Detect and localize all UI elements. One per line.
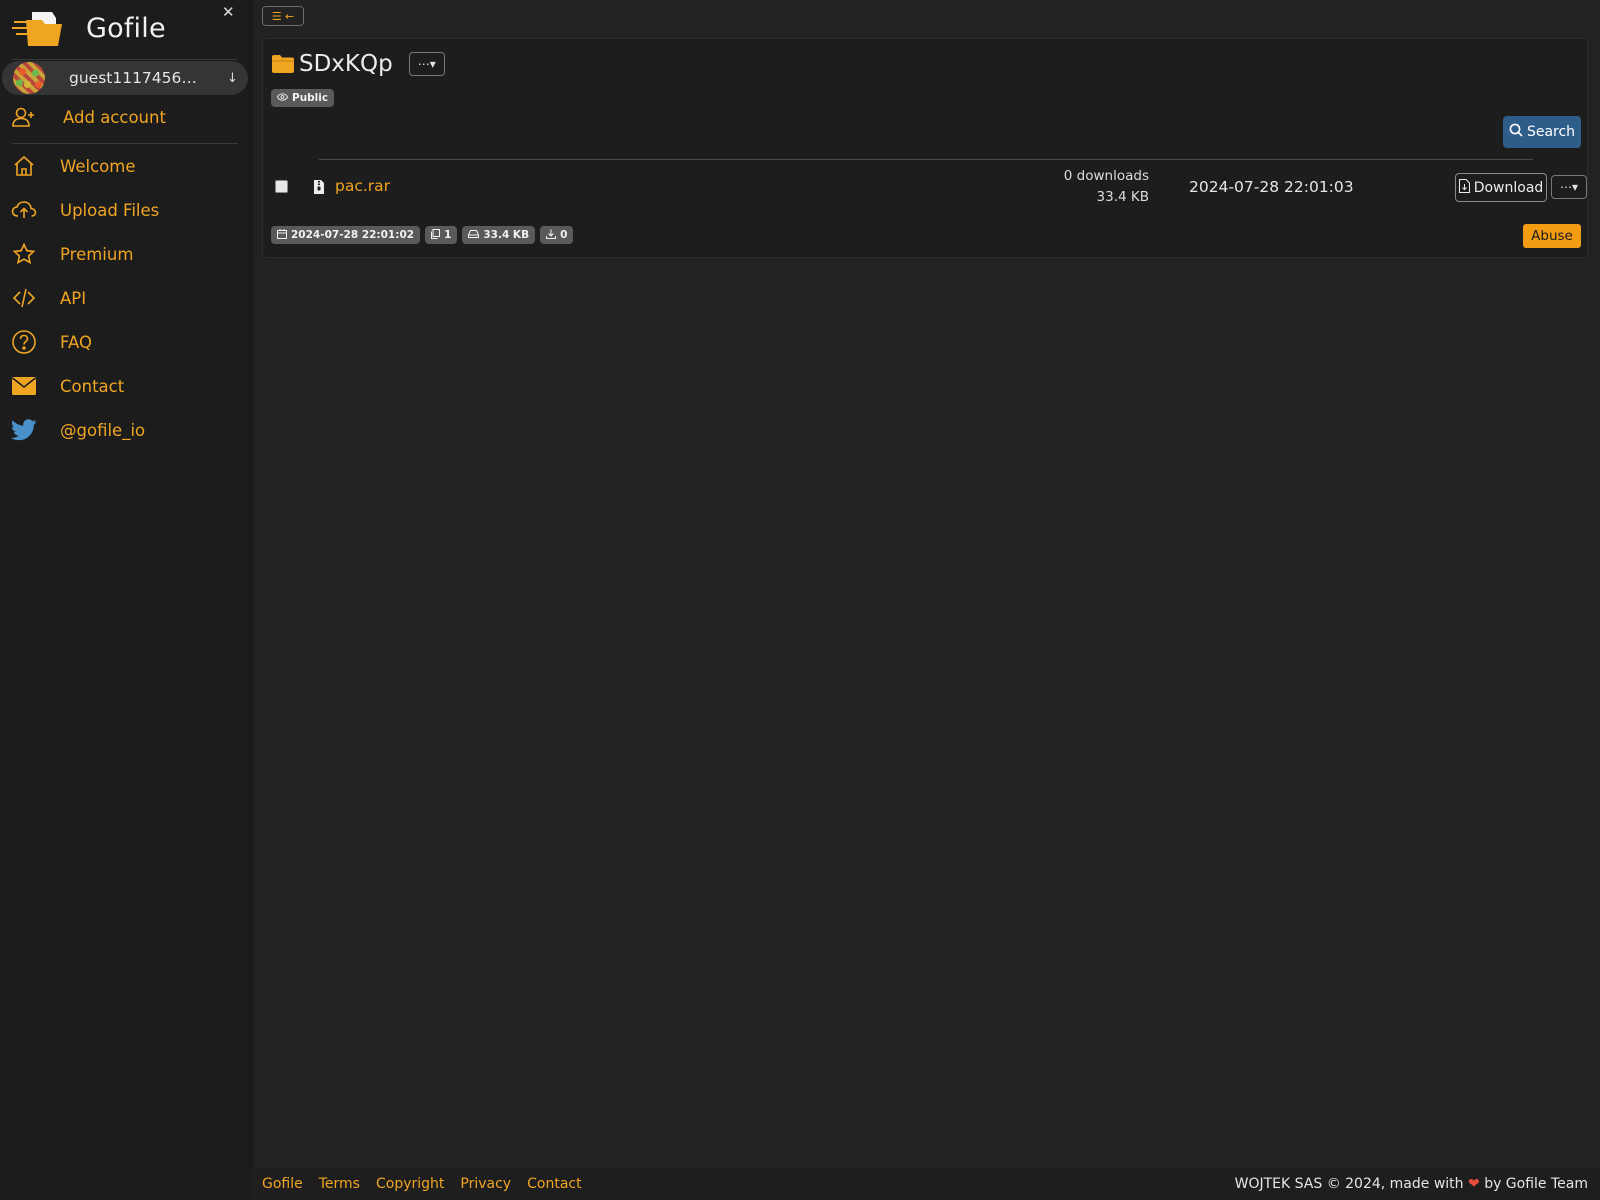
file-name-link[interactable]: pac.rar (335, 177, 390, 195)
report-abuse-button[interactable]: Abuse (1523, 224, 1581, 248)
search-button[interactable]: Search (1503, 116, 1581, 148)
total-size-badge: 33.4 KB (462, 226, 536, 244)
sidebar-item-upload-files[interactable]: Upload Files (0, 190, 250, 230)
sidebar-item-faq[interactable]: FAQ (0, 322, 250, 362)
visibility-badge: Public (271, 89, 335, 107)
file-download-icon (1458, 178, 1470, 197)
add-account-button[interactable]: Add account (0, 97, 250, 137)
sidebar-toggle-button[interactable]: ☰ ← (262, 6, 304, 26)
gofile-logo-icon (12, 8, 64, 48)
avatar (13, 62, 45, 94)
folder-header: SDxKQp ⋯▾ (271, 51, 445, 77)
sidebar-item-welcome[interactable]: Welcome (0, 146, 250, 186)
sidebar-item-label: API (60, 288, 87, 308)
sidebar-item-label: Premium (60, 244, 134, 264)
hdd-icon (468, 229, 480, 241)
footer-link-privacy[interactable]: Privacy (460, 1176, 511, 1192)
sidebar-item-contact[interactable]: Contact (0, 366, 250, 406)
archive-file-icon (313, 179, 325, 199)
sidebar-item-premium[interactable]: Premium (0, 234, 250, 274)
folder-stats: 2024-07-28 22:01:02 1 33.4 KB 0 (271, 226, 574, 244)
total-downloads-badge: 0 (540, 226, 574, 244)
sidebar-item-label: Welcome (60, 156, 136, 176)
download-icon (546, 229, 557, 242)
eye-icon (276, 92, 289, 104)
divider (12, 143, 238, 144)
visibility-label: Public (292, 92, 329, 104)
chevron-down-icon: ↓ (227, 70, 238, 86)
sidebar-item-label: FAQ (60, 332, 92, 352)
table-row: pac.rar 0 downloads 33.4 KB 2024-07-28 2… (263, 165, 1589, 209)
file-count: 1 (444, 229, 452, 241)
account-name: guest11174566... (69, 69, 201, 87)
menu-collapse-icon: ☰ ← (271, 9, 295, 23)
search-icon (1509, 123, 1523, 141)
divider (319, 159, 1533, 160)
copyright-suffix: by Gofile Team (1484, 1176, 1588, 1192)
sidebar-item-label: Upload Files (60, 200, 160, 220)
download-button[interactable]: Download (1455, 173, 1547, 202)
add-account-label: Add account (63, 107, 166, 127)
star-icon (10, 240, 38, 268)
file-date: 2024-07-28 22:01:03 (1189, 178, 1354, 196)
question-circle-icon (10, 328, 38, 356)
account-switcher[interactable]: guest11174566... ↓ (2, 61, 248, 95)
divider (12, 59, 238, 60)
envelope-icon (10, 372, 38, 400)
created-date-badge: 2024-07-28 22:01:02 (271, 226, 421, 244)
copyright-prefix: WOJTEK SAS © 2024, made with (1234, 1176, 1464, 1192)
person-plus-icon (10, 103, 38, 131)
footer-link-gofile[interactable]: Gofile (262, 1176, 303, 1192)
footer-links: Gofile Terms Copyright Privacy Contact (262, 1176, 582, 1192)
heart-icon: ❤ (1468, 1176, 1480, 1192)
sidebar-item-api[interactable]: API (0, 278, 250, 318)
file-download-count: 0 downloads (1063, 168, 1149, 184)
search-label: Search (1526, 124, 1576, 140)
footer-link-copyright[interactable]: Copyright (376, 1176, 444, 1192)
folder-name: SDxKQp (299, 51, 393, 77)
house-icon (10, 152, 38, 180)
sidebar-item-label: @gofile_io (60, 420, 146, 440)
sidebar: Gofile ✕ guest11174566... ↓ Add account … (0, 0, 250, 1200)
folder-icon (271, 54, 295, 74)
sidebar-item-label: Contact (60, 376, 125, 396)
sidebar-item-twitter[interactable]: @gofile_io (0, 410, 250, 450)
calendar-icon (277, 228, 287, 242)
code-icon (10, 284, 38, 312)
total-size: 33.4 KB (483, 229, 530, 241)
footer: Gofile Terms Copyright Privacy Contact W… (250, 1168, 1600, 1200)
copyright-notice: WOJTEK SAS © 2024, made with ❤ by Gofile… (1235, 1176, 1588, 1192)
download-label: Download (1473, 179, 1544, 196)
total-downloads: 0 (560, 229, 568, 241)
footer-link-contact[interactable]: Contact (527, 1176, 581, 1192)
file-count-badge: 1 (425, 226, 458, 244)
cloud-upload-icon (10, 196, 38, 224)
file-select-checkbox[interactable] (275, 180, 288, 193)
file-size: 33.4 KB (1096, 189, 1149, 205)
close-icon[interactable]: ✕ (222, 3, 235, 21)
brand[interactable]: Gofile (12, 6, 166, 50)
folder-options-button[interactable]: ⋯▾ (408, 52, 445, 76)
folder-card: SDxKQp ⋯▾ Public Search pac.rar 0 downlo… (262, 38, 1588, 258)
brand-name: Gofile (86, 12, 166, 44)
file-options-button[interactable]: ⋯▾ (1551, 175, 1587, 199)
twitter-icon (10, 416, 38, 444)
created-date: 2024-07-28 22:01:02 (291, 229, 415, 241)
files-icon (431, 228, 441, 242)
footer-link-terms[interactable]: Terms (319, 1176, 360, 1192)
